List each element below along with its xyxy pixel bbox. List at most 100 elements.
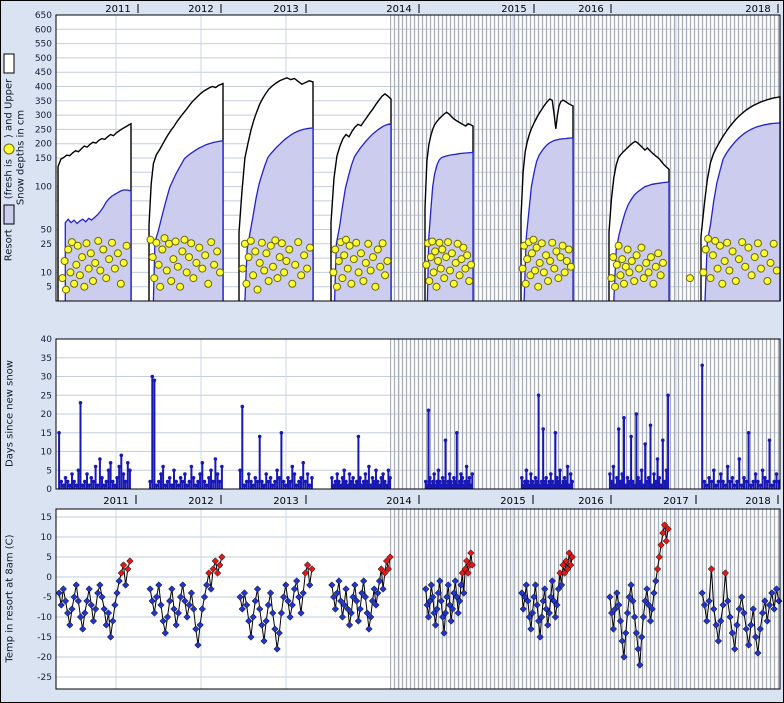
fresh-snow-dot xyxy=(460,244,467,251)
temp-y-tick-label: 5 xyxy=(46,553,52,563)
fresh-snow-dot xyxy=(332,246,339,253)
fresh-snow-dot xyxy=(83,240,90,247)
days-bar-cap xyxy=(770,484,774,488)
fresh-snow-dot xyxy=(466,278,473,285)
fresh-snow-dot xyxy=(636,265,643,272)
days-bar-cap xyxy=(635,412,639,416)
days-bar-cap xyxy=(374,469,378,473)
fresh-snow-dot xyxy=(335,258,342,265)
fresh-snow-dot xyxy=(63,286,70,293)
days-bar-cap xyxy=(168,476,172,480)
days-bar-cap xyxy=(455,431,459,435)
snow-y-tick-label: 50 xyxy=(41,226,53,236)
fresh-snow-dot xyxy=(67,269,74,276)
fresh-snow-dot xyxy=(208,239,215,246)
fresh-snow-dot xyxy=(608,275,615,282)
fresh-snow-dot xyxy=(181,236,188,243)
days-bar-cap xyxy=(471,472,475,476)
fresh-snow-dot xyxy=(726,267,733,274)
temp-y-tick-label: -10 xyxy=(37,613,52,623)
year-label-top: 2016 xyxy=(578,4,603,15)
days-bar-cap xyxy=(427,409,431,413)
days-bar-cap xyxy=(652,472,656,476)
days-bar xyxy=(160,474,162,489)
temp-y-tick-label: 15 xyxy=(41,513,52,523)
fresh-snow-dot xyxy=(751,254,758,261)
fresh-snow-dot xyxy=(193,259,200,266)
days-bar-cap xyxy=(254,476,258,480)
days-bar-cap xyxy=(726,465,730,469)
fresh-snow-dot xyxy=(372,283,379,290)
days-bar xyxy=(108,470,110,489)
days-bar-cap xyxy=(367,465,371,469)
fresh-snow-dot xyxy=(283,258,290,265)
days-bar-cap xyxy=(258,435,262,439)
days-bar-cap xyxy=(151,375,155,379)
days-bar-cap xyxy=(376,480,380,484)
days-y-tick-label: 35 xyxy=(41,354,52,364)
days-bar-cap xyxy=(707,476,711,480)
fresh-snow-dot xyxy=(758,265,765,272)
fresh-snow-dot xyxy=(274,275,281,282)
fresh-snow-dot xyxy=(721,258,728,265)
fresh-snow-dot xyxy=(358,250,365,257)
fresh-snow-dot xyxy=(621,280,628,287)
fresh-snow-dot xyxy=(362,259,369,266)
days-bar-cap xyxy=(742,476,746,480)
temp-axis-label: Temp in resort at 8am (C) xyxy=(4,534,17,662)
fresh-snow-dot xyxy=(301,252,308,259)
fresh-snow-dot xyxy=(217,269,224,276)
fresh-snow-dot xyxy=(436,239,443,246)
fresh-snow-dot xyxy=(538,240,545,247)
fresh-snow-dot xyxy=(524,256,531,263)
days-bar-cap xyxy=(310,476,314,480)
fresh-snow-dot xyxy=(179,248,186,255)
days-bar xyxy=(184,474,186,489)
fresh-snow-dot xyxy=(709,252,716,259)
days-bar-cap xyxy=(220,465,224,469)
days-bar-cap xyxy=(190,465,194,469)
fresh-snow-dot xyxy=(633,252,640,259)
days-bar-cap xyxy=(558,469,562,473)
year-label-middle: 2014 xyxy=(386,496,411,507)
fresh-snow-dot xyxy=(157,283,164,290)
days-bar-cap xyxy=(656,457,660,461)
fresh-snow-dot xyxy=(532,267,539,274)
fresh-snow-dot xyxy=(687,275,694,282)
days-bar-cap xyxy=(749,484,753,488)
year-label-top: 2015 xyxy=(501,4,526,15)
days-bar xyxy=(221,467,223,490)
fresh-snow-dot xyxy=(445,239,452,246)
days-bar-cap xyxy=(201,461,205,465)
days-bar-cap xyxy=(293,472,297,476)
fresh-snow-dot xyxy=(530,236,537,243)
fresh-snow-dot xyxy=(202,252,209,259)
days-bar xyxy=(201,463,203,489)
days-bar xyxy=(294,474,296,489)
days-bar xyxy=(80,403,82,489)
days-bar-cap xyxy=(772,480,776,484)
days-bar-cap xyxy=(735,480,739,484)
days-bar-cap xyxy=(203,480,207,484)
fresh-snow-dot xyxy=(705,235,712,242)
no-data-hatch xyxy=(390,339,779,489)
fresh-snow-dot xyxy=(456,272,463,279)
snow-y-tick-label: 400 xyxy=(35,83,52,93)
days-bar-cap xyxy=(570,480,574,484)
fresh-snow-dot xyxy=(281,269,288,276)
fresh-snow-dot xyxy=(610,254,617,261)
days-bar-cap xyxy=(761,469,765,473)
fresh-snow-dot xyxy=(761,250,768,257)
days-bar-cap xyxy=(280,431,284,435)
fresh-snow-dot xyxy=(735,256,742,263)
fresh-snow-dot xyxy=(168,278,175,285)
fresh-snow-dot xyxy=(540,269,547,276)
fresh-snow-dot xyxy=(561,269,568,276)
days-bar-cap xyxy=(461,476,465,480)
fresh-snow-dot xyxy=(567,263,574,270)
fresh-snow-dot xyxy=(177,283,184,290)
fresh-snow-dot xyxy=(151,275,158,282)
fresh-snow-dot xyxy=(624,246,631,253)
days-bar-cap xyxy=(122,472,126,476)
fresh-snow-dot xyxy=(648,254,655,261)
